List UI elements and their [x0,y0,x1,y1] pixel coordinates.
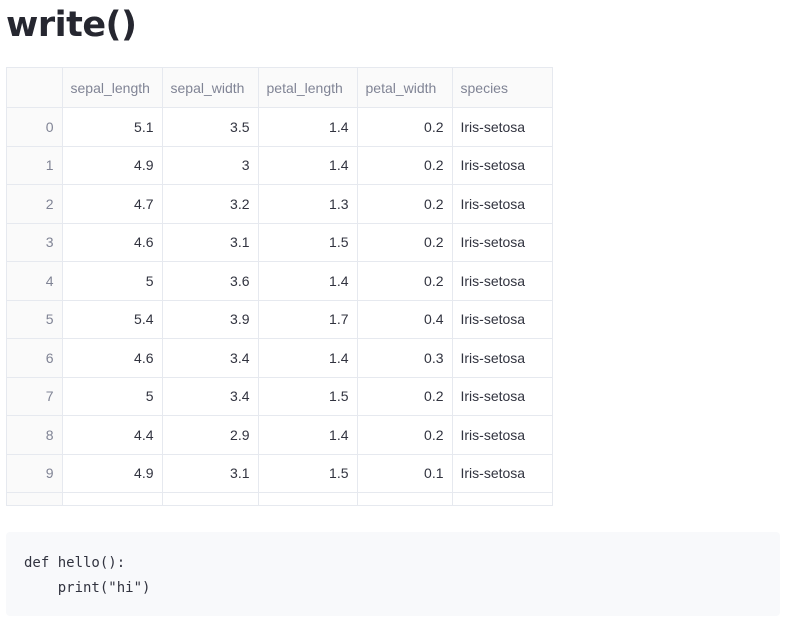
table-cell[interactable]: Iris-setosa [452,454,553,493]
table-row[interactable]: 6 4.6 3.4 1.4 0.3 Iris-setosa [7,338,553,378]
table-cell[interactable]: 1.3 [258,184,358,224]
table-cell[interactable]: 3.1 [162,454,259,493]
table-cell[interactable]: Iris-setosa [452,107,553,147]
table-cell-empty [62,492,163,505]
table-cell[interactable]: 3.1 [162,223,259,262]
table-cell[interactable]: 4.7 [62,184,163,224]
table-cell[interactable]: 0.2 [357,223,453,262]
table-cell[interactable]: 0.3 [357,338,453,378]
table-cell[interactable]: 3.2 [162,184,259,224]
table-cell[interactable]: 4.4 [62,415,163,455]
table-cell[interactable]: 0.4 [357,300,453,339]
table-row[interactable]: 0 5.1 3.5 1.4 0.2 Iris-setosa [7,107,553,147]
table-cell[interactable]: 3.9 [162,300,259,339]
table-row[interactable]: 8 4.4 2.9 1.4 0.2 Iris-setosa [7,415,553,455]
row-index-cell[interactable]: 6 [7,338,63,378]
table-cell[interactable]: 4.6 [62,223,163,262]
table-row[interactable]: 2 4.7 3.2 1.3 0.2 Iris-setosa [7,184,553,224]
table-cell[interactable]: 1.5 [258,377,358,416]
column-header-species[interactable]: species [452,68,553,108]
table-row[interactable]: 3 4.6 3.1 1.5 0.2 Iris-setosa [7,223,553,262]
table-cell[interactable]: 3 [162,146,259,185]
table-cell[interactable]: 0.2 [357,261,453,301]
table-cell-empty [7,492,63,505]
page-title: write() [6,5,137,45]
table-header-row: sepal_length sepal_width petal_length pe… [7,68,553,108]
table-cell[interactable]: Iris-setosa [452,300,553,339]
table-cell[interactable]: Iris-setosa [452,261,553,301]
table-cell[interactable]: Iris-setosa [452,184,553,224]
table-cell[interactable]: 3.4 [162,377,259,416]
table-cell[interactable]: 1.5 [258,223,358,262]
row-index-cell[interactable]: 8 [7,415,63,455]
row-index-cell[interactable]: 1 [7,146,63,185]
table-cell[interactable]: 3.6 [162,261,259,301]
table-cell[interactable]: 0.2 [357,184,453,224]
table-cell[interactable]: 5 [62,377,163,416]
row-index-cell[interactable]: 5 [7,300,63,339]
table-row-partial [7,492,553,505]
data-table: sepal_length sepal_width petal_length pe… [7,68,553,505]
table-cell[interactable]: 4.6 [62,338,163,378]
table-cell[interactable]: 5.1 [62,107,163,147]
table-cell[interactable]: Iris-setosa [452,377,553,416]
table-cell-empty [357,492,453,505]
table-cell[interactable]: 1.4 [258,415,358,455]
table-cell[interactable]: 0.2 [357,415,453,455]
table-cell[interactable]: Iris-setosa [452,146,553,185]
column-header-petal-length[interactable]: petal_length [258,68,358,108]
table-row[interactable]: 5 5.4 3.9 1.7 0.4 Iris-setosa [7,300,553,339]
table-cell[interactable]: 0.2 [357,377,453,416]
row-index-cell[interactable]: 9 [7,454,63,493]
row-index-cell[interactable]: 4 [7,261,63,301]
row-index-cell[interactable]: 2 [7,184,63,224]
column-header-sepal-width[interactable]: sepal_width [162,68,259,108]
row-index-cell[interactable]: 3 [7,223,63,262]
table-row[interactable]: 4 5 3.6 1.4 0.2 Iris-setosa [7,261,553,301]
table-cell[interactable]: 0.1 [357,454,453,493]
column-header-sepal-length[interactable]: sepal_length [62,68,163,108]
dataframe-table[interactable]: sepal_length sepal_width petal_length pe… [6,67,553,506]
code-block: def hello(): print("hi") [6,532,780,616]
table-cell[interactable]: 1.4 [258,107,358,147]
table-row[interactable]: 7 5 3.4 1.5 0.2 Iris-setosa [7,377,553,416]
table-cell[interactable]: 3.4 [162,338,259,378]
table-cell[interactable]: 3.5 [162,107,259,147]
table-cell-empty [162,492,259,505]
table-cell[interactable]: Iris-setosa [452,223,553,262]
table-cell[interactable]: 2.9 [162,415,259,455]
table-cell[interactable]: 1.7 [258,300,358,339]
table-row[interactable]: 1 4.9 3 1.4 0.2 Iris-setosa [7,146,553,185]
table-cell-empty [452,492,553,505]
row-index-cell[interactable]: 0 [7,107,63,147]
table-cell[interactable]: Iris-setosa [452,338,553,378]
column-header-petal-width[interactable]: petal_width [357,68,453,108]
table-cell[interactable]: 1.4 [258,261,358,301]
table-cell[interactable]: 1.5 [258,454,358,493]
table-cell[interactable]: Iris-setosa [452,415,553,455]
table-cell-empty [258,492,358,505]
table-cell[interactable]: 5 [62,261,163,301]
table-cell[interactable]: 4.9 [62,146,163,185]
table-cell[interactable]: 1.4 [258,338,358,378]
row-index-cell[interactable]: 7 [7,377,63,416]
table-cell[interactable]: 5.4 [62,300,163,339]
table-cell[interactable]: 0.2 [357,107,453,147]
table-cell[interactable]: 4.9 [62,454,163,493]
table-cell[interactable]: 1.4 [258,146,358,185]
table-cell[interactable]: 0.2 [357,146,453,185]
table-row[interactable]: 9 4.9 3.1 1.5 0.1 Iris-setosa [7,454,553,493]
column-header-index[interactable] [7,68,63,108]
